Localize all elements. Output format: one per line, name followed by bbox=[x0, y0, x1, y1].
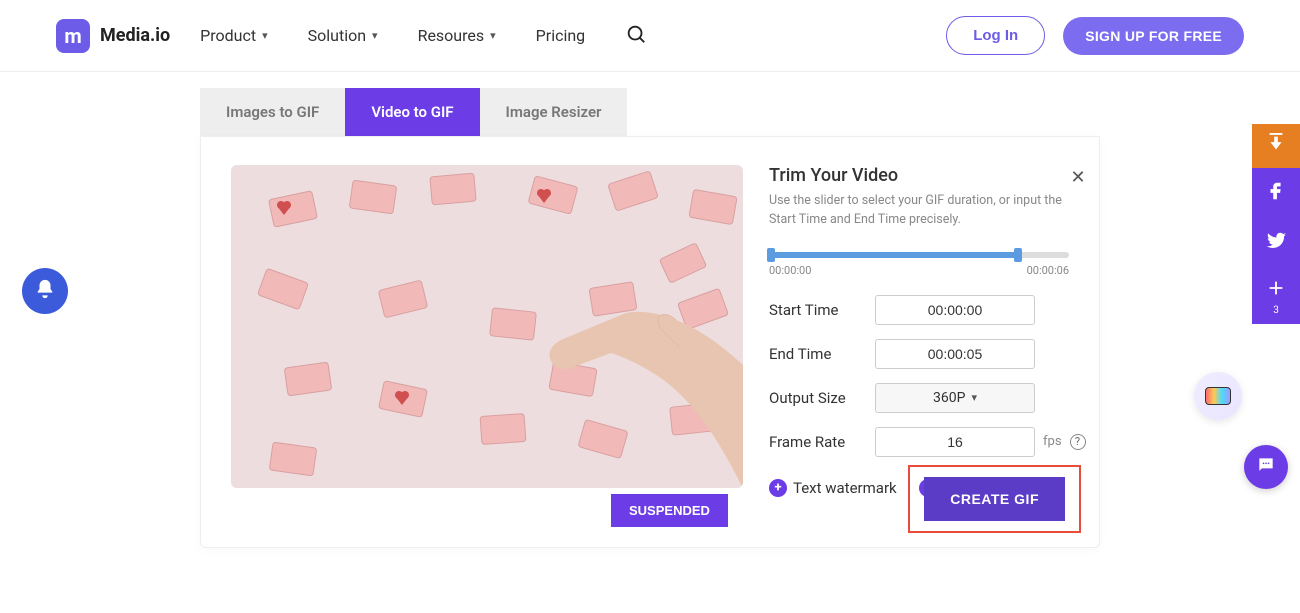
start-time-input[interactable] bbox=[875, 295, 1035, 325]
text-watermark-label: Text watermark bbox=[793, 479, 897, 497]
chat-icon bbox=[1256, 455, 1276, 479]
nav-solution-label: Solution bbox=[308, 26, 366, 45]
start-time-label: Start Time bbox=[769, 301, 875, 319]
theme-fab[interactable] bbox=[1194, 372, 1242, 420]
help-icon[interactable]: ? bbox=[1070, 434, 1086, 450]
fps-unit: fps bbox=[1043, 434, 1062, 449]
search-icon bbox=[625, 23, 647, 49]
editor-panel: Trim Your Video ✕ Use the slider to sele… bbox=[200, 136, 1100, 548]
slider-handle-end[interactable] bbox=[1014, 248, 1022, 262]
nav-resources-label: Resoures bbox=[418, 26, 485, 45]
nav-solution[interactable]: Solution ▾ bbox=[308, 26, 378, 45]
slider-min-label: 00:00:00 bbox=[769, 264, 811, 277]
duration-slider[interactable] bbox=[769, 252, 1069, 258]
trim-controls: Trim Your Video ✕ Use the slider to sele… bbox=[769, 165, 1086, 497]
download-rail-button[interactable] bbox=[1252, 124, 1300, 168]
brand-logo[interactable]: m Media.io bbox=[56, 19, 170, 53]
brand-name: Media.io bbox=[100, 25, 170, 46]
slider-fill bbox=[769, 252, 1018, 258]
tab-image-resizer[interactable]: Image Resizer bbox=[480, 88, 628, 136]
nav-resources[interactable]: Resoures ▾ bbox=[418, 26, 496, 45]
plus-icon bbox=[1265, 277, 1287, 303]
login-button[interactable]: Log In bbox=[946, 16, 1045, 55]
signup-button[interactable]: SIGN UP FOR FREE bbox=[1063, 17, 1244, 55]
chevron-down-icon: ▾ bbox=[490, 29, 496, 42]
output-size-value: 360P bbox=[933, 390, 965, 406]
suspended-button[interactable]: SUSPENDED bbox=[611, 494, 728, 527]
output-size-label: Output Size bbox=[769, 389, 875, 407]
slider-labels: 00:00:00 00:00:06 bbox=[769, 264, 1069, 277]
frame-rate-label: Frame Rate bbox=[769, 433, 875, 451]
main-container: Images to GIF Video to GIF Image Resizer bbox=[200, 88, 1100, 548]
tab-images-to-gif[interactable]: Images to GIF bbox=[200, 88, 345, 136]
color-bar-icon bbox=[1205, 387, 1231, 405]
slider-handle-start[interactable] bbox=[767, 248, 775, 262]
download-icon bbox=[1265, 133, 1287, 159]
slider-max-label: 00:00:06 bbox=[1027, 264, 1069, 277]
nav-pricing-label: Pricing bbox=[536, 26, 586, 45]
twitter-share-button[interactable] bbox=[1252, 218, 1300, 268]
output-size-select[interactable]: 360P ▾ bbox=[875, 383, 1035, 413]
frame-rate-row: Frame Rate fps ? bbox=[769, 427, 1086, 457]
header-actions: Log In SIGN UP FOR FREE bbox=[946, 16, 1244, 55]
facebook-icon bbox=[1265, 180, 1287, 206]
search-button[interactable] bbox=[625, 23, 647, 49]
chat-fab[interactable] bbox=[1244, 445, 1288, 489]
logo-icon: m bbox=[56, 19, 90, 53]
nav-product-label: Product bbox=[200, 26, 256, 45]
chevron-down-icon: ▾ bbox=[971, 391, 977, 404]
share-count: 3 bbox=[1273, 305, 1279, 316]
nav-product[interactable]: Product ▾ bbox=[200, 26, 267, 45]
start-time-row: Start Time bbox=[769, 295, 1086, 325]
end-time-input[interactable] bbox=[875, 339, 1035, 369]
bell-icon bbox=[34, 278, 56, 304]
create-gif-highlight: CREATE GIF bbox=[908, 465, 1081, 533]
tool-tabs: Images to GIF Video to GIF Image Resizer bbox=[200, 88, 1100, 136]
twitter-icon bbox=[1265, 230, 1287, 256]
close-icon[interactable]: ✕ bbox=[1070, 167, 1085, 188]
trim-description: Use the slider to select your GIF durati… bbox=[769, 192, 1069, 230]
tab-video-to-gif[interactable]: Video to GIF bbox=[345, 88, 479, 136]
end-time-label: End Time bbox=[769, 345, 875, 363]
create-gif-button[interactable]: CREATE GIF bbox=[924, 477, 1065, 521]
more-share-button[interactable]: 3 bbox=[1252, 268, 1300, 324]
text-watermark-button[interactable]: + Text watermark bbox=[769, 479, 897, 497]
chevron-down-icon: ▾ bbox=[372, 29, 378, 42]
nav-pricing[interactable]: Pricing bbox=[536, 26, 586, 45]
top-nav: Product ▾ Solution ▾ Resoures ▾ Pricing bbox=[200, 23, 647, 49]
trim-title: Trim Your Video bbox=[769, 165, 1086, 186]
output-size-row: Output Size 360P ▾ bbox=[769, 383, 1086, 413]
plus-circle-icon: + bbox=[769, 479, 787, 497]
video-preview[interactable] bbox=[231, 165, 743, 488]
main-header: m Media.io Product ▾ Solution ▾ Resoures ▾ … bbox=[0, 0, 1300, 72]
facebook-share-button[interactable] bbox=[1252, 168, 1300, 218]
notifications-fab[interactable] bbox=[22, 268, 68, 314]
chevron-down-icon: ▾ bbox=[262, 29, 268, 42]
frame-rate-input[interactable] bbox=[875, 427, 1035, 457]
end-time-row: End Time bbox=[769, 339, 1086, 369]
social-rail: 3 bbox=[1252, 124, 1300, 324]
